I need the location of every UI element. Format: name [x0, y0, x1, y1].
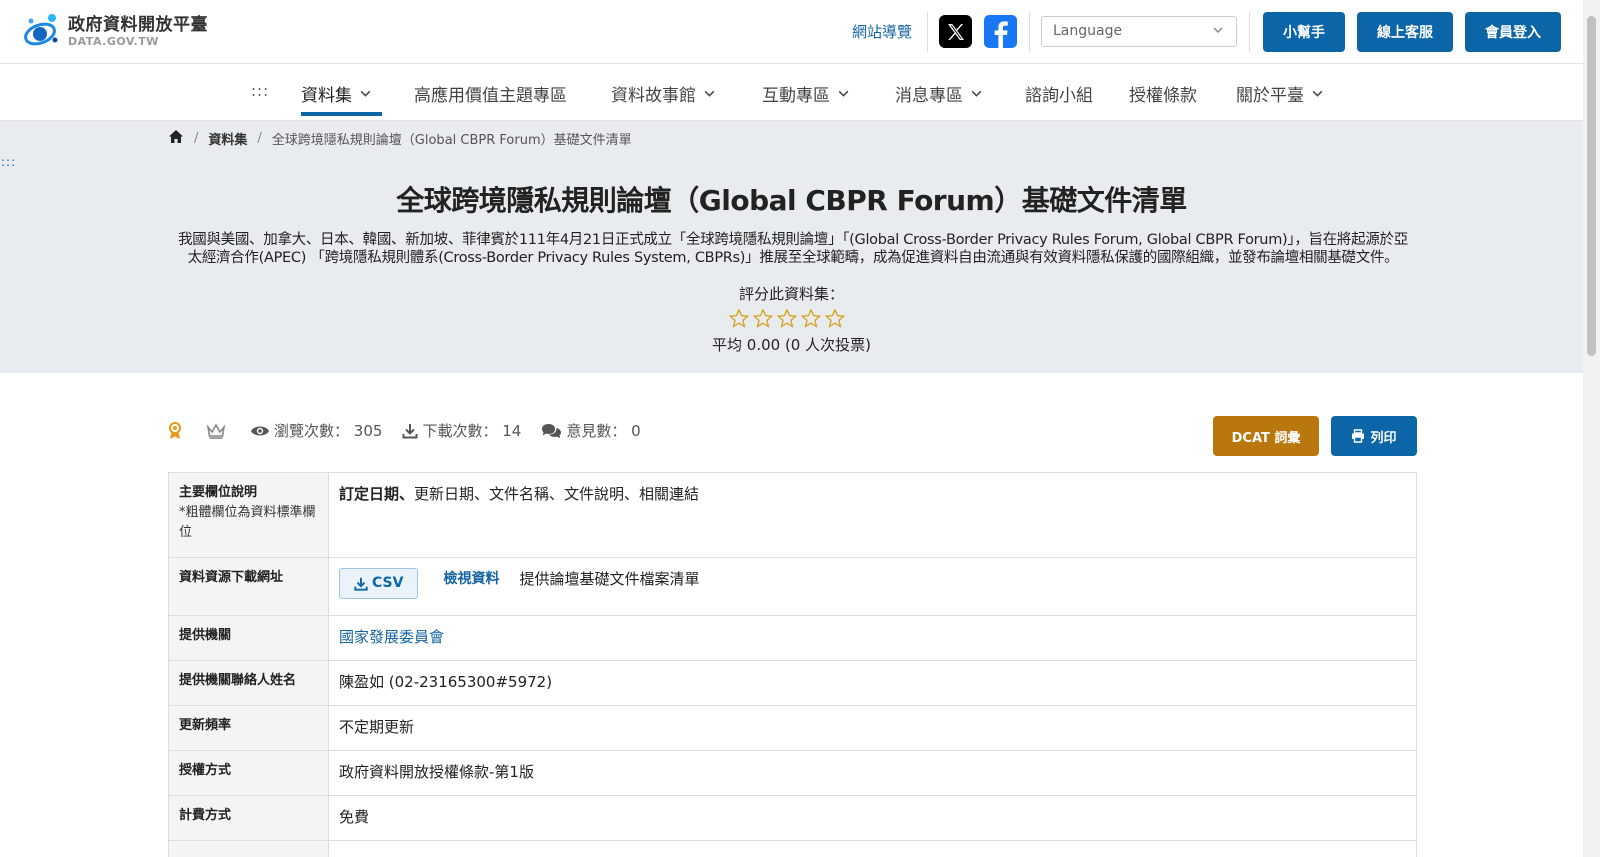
- sitemap-link[interactable]: 網站導覽: [852, 21, 912, 42]
- table-row: 提供機關聯絡人姓名 陳盈如 (02-23165300#5972): [169, 661, 1416, 706]
- page-scrollbar[interactable]: [1583, 0, 1600, 857]
- row-label: 提供機關: [169, 616, 329, 660]
- table-row: 提供機關 國家發展委員會: [169, 616, 1416, 661]
- chevron-down-icon: [360, 90, 371, 97]
- nav-item-advisory[interactable]: 諮詢小組: [1025, 81, 1093, 106]
- row-value: 訂定日期、 更新日期、文件名稱、文件說明、相關連結: [329, 473, 1416, 557]
- crown-icon: [206, 422, 230, 439]
- nav-active-indicator: [301, 112, 382, 116]
- online-service-button[interactable]: 線上客服: [1357, 12, 1453, 52]
- nav-item-interactive[interactable]: 互動專區: [762, 81, 850, 106]
- table-row: 授權方式 政府資料開放授權條款-第1版: [169, 751, 1416, 796]
- row-value: 國家發展委員會: [329, 616, 1416, 660]
- language-placeholder: Language: [1053, 23, 1123, 39]
- site-header: 政府資料開放平臺 DATA.GOV.TW 網站導覽 Language 小幫手 線…: [0, 0, 1583, 64]
- header-divider: [927, 12, 928, 52]
- download-icon: [354, 577, 368, 591]
- row-label: 計費方式: [169, 796, 329, 840]
- nav-item-license[interactable]: 授權條款: [1129, 81, 1197, 106]
- download-count: 下載次數： 14: [402, 420, 521, 441]
- table-row: [169, 841, 1416, 857]
- dataset-description: 我國與美國、加拿大、日本、韓國、新加坡、菲律賓於111年4月21日正式成立「全球…: [178, 232, 1408, 266]
- dataset-info-table: 主要欄位說明 *粗體欄位為資料標準欄位 訂定日期、 更新日期、文件名稱、文件說明、…: [168, 472, 1417, 857]
- logo-title: 政府資料開放平臺: [68, 14, 208, 35]
- main-nav: ::: 資料集 高應用價值主題專區 資料故事館 互動專區 消息專區 諮詢小組 授…: [0, 64, 1583, 121]
- dcat-vocabulary-button[interactable]: DCAT 詞彙: [1213, 416, 1319, 456]
- chevron-down-icon: [1312, 90, 1323, 97]
- header-divider: [1029, 12, 1030, 52]
- star-icon[interactable]: [777, 309, 797, 328]
- breadcrumb-current: 全球跨境隱私規則論壇（Global CBPR Forum）基礎文件清單: [271, 133, 632, 148]
- row-value: CSV 檢視資料 提供論壇基礎文件檔案清單: [329, 558, 1416, 615]
- view-data-link[interactable]: 檢視資料: [443, 569, 499, 590]
- view-count: 瀏覽次數： 305: [250, 420, 382, 441]
- rating-average: 平均 0.00 (0 人次投票): [712, 336, 871, 354]
- other-fields: 更新日期、文件名稱、文件說明、相關連結: [414, 485, 700, 503]
- nav-item-high-value[interactable]: 高應用價值主題專區: [414, 81, 567, 106]
- quality-badge-icon: [168, 421, 186, 440]
- print-button[interactable]: 列印: [1331, 416, 1417, 456]
- star-icon[interactable]: [825, 309, 845, 328]
- row-label: 更新頻率: [169, 706, 329, 750]
- site-logo[interactable]: 政府資料開放平臺 DATA.GOV.TW: [22, 12, 208, 50]
- star-icon[interactable]: [801, 309, 821, 328]
- row-label: 資料資源下載網址: [169, 558, 329, 615]
- helper-button[interactable]: 小幫手: [1263, 12, 1345, 52]
- printer-icon: [1352, 429, 1365, 443]
- breadcrumb-separator: /: [257, 131, 262, 146]
- rate-label: 評分此資料集：: [738, 285, 844, 303]
- dataset-title: 全球跨境隱私規則論壇（Global CBPR Forum）基礎文件清單: [396, 184, 1187, 217]
- chevron-down-icon: [838, 90, 849, 97]
- provider-link[interactable]: 國家發展委員會: [339, 627, 444, 648]
- table-row: 更新頻率 不定期更新: [169, 706, 1416, 751]
- home-icon[interactable]: [168, 129, 184, 148]
- breadcrumb-separator: /: [194, 131, 199, 146]
- row-value: 免費: [339, 808, 370, 826]
- language-select[interactable]: Language: [1041, 16, 1237, 47]
- comment-count: 意見數： 0: [541, 420, 641, 441]
- x-twitter-icon[interactable]: [939, 15, 972, 48]
- facebook-icon[interactable]: [984, 15, 1017, 48]
- row-value: 政府資料開放授權條款-第1版: [339, 763, 534, 781]
- chevron-down-icon: [1212, 24, 1224, 40]
- resource-description: 提供論壇基礎文件檔案清單: [519, 570, 700, 588]
- comments-icon: [542, 423, 562, 438]
- row-value: 不定期更新: [339, 718, 415, 736]
- row-note: *粗體欄位為資料標準欄位: [179, 505, 316, 540]
- header-divider: [1249, 12, 1250, 52]
- star-icon[interactable]: [729, 309, 749, 328]
- content-accesskey[interactable]: :::: [1, 155, 16, 169]
- star-icon[interactable]: [753, 309, 773, 328]
- member-login-button[interactable]: 會員登入: [1465, 12, 1561, 52]
- row-label: 主要欄位說明 *粗體欄位為資料標準欄位: [169, 473, 329, 557]
- row-label: 提供機關聯絡人姓名: [169, 661, 329, 705]
- row-label: [169, 841, 329, 857]
- dataset-hero: / 資料集 / 全球跨境隱私規則論壇（Global CBPR Forum）基礎文…: [0, 121, 1583, 373]
- table-row: 計費方式 免費: [169, 796, 1416, 841]
- nav-item-datasets[interactable]: 資料集: [301, 81, 372, 106]
- chevron-down-icon: [971, 90, 982, 97]
- row-value: [329, 841, 1416, 857]
- chevron-down-icon: [704, 90, 715, 97]
- breadcrumb-datasets[interactable]: 資料集: [208, 129, 247, 148]
- nav-item-stories[interactable]: 資料故事館: [611, 81, 716, 106]
- nav-item-about[interactable]: 關於平臺: [1236, 81, 1324, 106]
- table-row: 資料資源下載網址 CSV 檢視資料 提供論壇基礎文件檔案清單: [169, 558, 1416, 616]
- table-row: 主要欄位說明 *粗體欄位為資料標準欄位 訂定日期、 更新日期、文件名稱、文件說明、…: [169, 473, 1416, 558]
- dataset-stats: 瀏覽次數： 305 下載次數： 14 意見數： 0: [168, 420, 661, 441]
- nav-item-news[interactable]: 消息專區: [895, 81, 983, 106]
- nav-accesskey[interactable]: :::: [251, 82, 269, 100]
- logo-mark-icon: [22, 12, 62, 50]
- breadcrumb: / 資料集 / 全球跨境隱私規則論壇（Global CBPR Forum）基礎文…: [168, 129, 632, 148]
- scrollbar-thumb[interactable]: [1587, 16, 1596, 356]
- eye-icon: [251, 426, 269, 435]
- csv-download-button[interactable]: CSV: [339, 568, 419, 599]
- rating-stars: [729, 309, 845, 328]
- download-icon: [402, 423, 418, 438]
- standard-field: 訂定日期、: [339, 485, 415, 503]
- row-value: 陳盈如 (02-23165300#5972): [339, 673, 553, 691]
- row-label: 授權方式: [169, 751, 329, 795]
- logo-subtitle: DATA.GOV.TW: [68, 34, 159, 48]
